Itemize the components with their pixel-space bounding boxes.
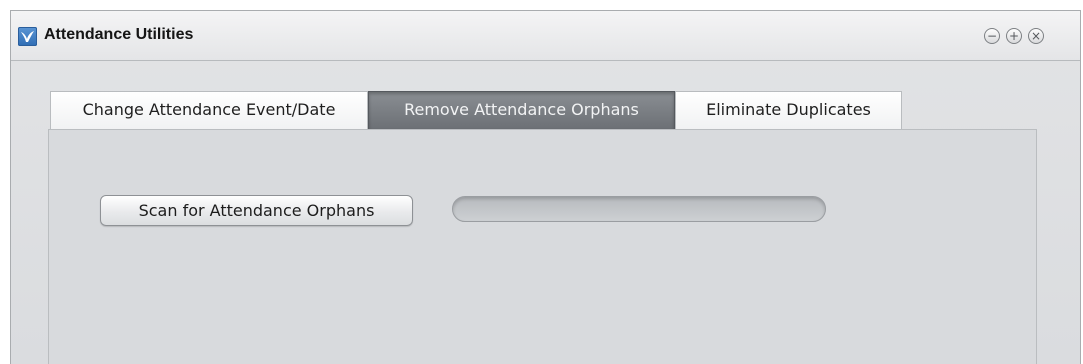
minimize-button[interactable]: − (984, 28, 1000, 44)
scan-for-orphans-button[interactable]: Scan for Attendance Orphans (100, 195, 413, 226)
tab-change-attendance-event-date[interactable]: Change Attendance Event/Date (50, 91, 368, 129)
tab-content-panel (48, 129, 1037, 364)
title-bar[interactable]: Attendance Utilities − + × (11, 11, 1080, 61)
window-title: Attendance Utilities (44, 26, 194, 43)
maximize-button[interactable]: + (1006, 28, 1022, 44)
scan-progress-bar (452, 196, 826, 222)
tab-eliminate-duplicates[interactable]: Eliminate Duplicates (675, 91, 902, 129)
app-logo-icon (18, 27, 37, 46)
close-button[interactable]: × (1028, 28, 1044, 44)
tab-remove-attendance-orphans[interactable]: Remove Attendance Orphans (368, 91, 675, 129)
